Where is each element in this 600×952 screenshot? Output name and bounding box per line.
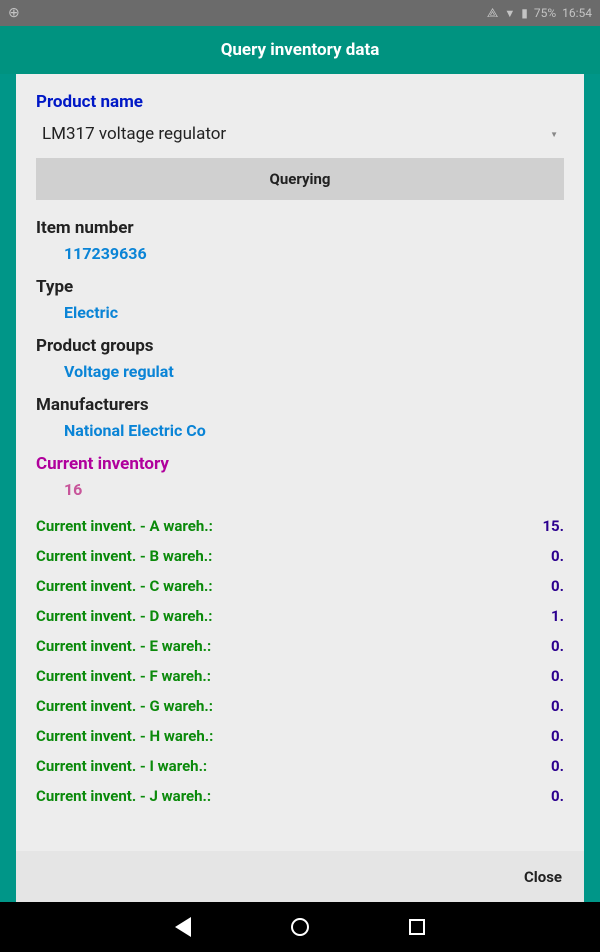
product-groups-label: Product groups (36, 336, 564, 356)
product-name-label: Product name (36, 92, 564, 112)
query-button[interactable]: Querying (36, 158, 564, 200)
clock-text: 16:54 (562, 6, 592, 20)
warehouse-label: Current invent. - G wareh.: (36, 697, 213, 715)
warehouse-value: 0. (551, 577, 564, 595)
warehouse-label: Current invent. - D wareh.: (36, 607, 213, 625)
warehouse-label: Current invent. - E wareh.: (36, 637, 211, 655)
warehouse-value: 1. (551, 607, 564, 625)
warehouse-value: 0. (551, 547, 564, 565)
manufacturers-label: Manufacturers (36, 395, 564, 415)
warehouse-row: Current invent. - D wareh.: 1. (36, 601, 564, 631)
statusbar: 75% 16:54 (0, 0, 600, 26)
warehouse-label: Current invent. - A wareh.: (36, 517, 213, 535)
warehouse-label: Current invent. - F wareh.: (36, 667, 211, 685)
product-name-dropdown[interactable]: LM317 voltage regulator (36, 118, 564, 154)
item-number-label: Item number (36, 218, 564, 238)
warehouse-value: 0. (551, 727, 564, 745)
warehouse-row: Current invent. - F wareh.: 0. (36, 661, 564, 691)
warehouse-value: 15. (542, 517, 564, 535)
warehouse-value: 0. (551, 787, 564, 805)
android-navbar (0, 902, 600, 952)
modal-body: Product name LM317 voltage regulator Que… (16, 74, 584, 851)
modal: Query inventory data Product name LM317 … (0, 26, 600, 902)
warehouse-list: Current invent. - A wareh.:15.Current in… (36, 511, 564, 811)
manufacturers-value[interactable]: National Electric Co (36, 421, 564, 440)
battery-text: 75% (534, 6, 556, 20)
modal-title: Query inventory data (0, 26, 600, 74)
cast-icon (487, 6, 499, 21)
warehouse-label: Current invent. - C wareh.: (36, 577, 213, 595)
type-label: Type (36, 277, 564, 297)
warehouse-value: 0. (551, 757, 564, 775)
warehouse-row: Current invent. - I wareh.: 0. (36, 751, 564, 781)
warehouse-row: Current invent. - J wareh.: 0. (36, 781, 564, 811)
battery-icon (521, 6, 528, 20)
warehouse-value: 0. (551, 697, 564, 715)
warehouse-label: Current invent. - H wareh.: (36, 727, 213, 745)
nav-home-button[interactable] (291, 918, 309, 936)
warehouse-value: 0. (551, 637, 564, 655)
warehouse-row: Current invent. - C wareh.: 0. (36, 571, 564, 601)
warehouse-row: Current invent. - H wareh.: 0. (36, 721, 564, 751)
plus-icon (8, 5, 20, 21)
nav-back-button[interactable] (175, 917, 191, 937)
warehouse-label: Current invent. - I wareh.: (36, 757, 207, 775)
warehouse-row: Current invent. - B wareh.: 0. (36, 541, 564, 571)
item-number-value[interactable]: 117239636 (36, 244, 564, 263)
close-button[interactable]: Close (524, 868, 562, 886)
current-inventory-label: Current inventory (36, 454, 564, 474)
warehouse-label: Current invent. - B wareh.: (36, 547, 212, 565)
type-value[interactable]: Electric (36, 303, 564, 322)
warehouse-label: Current invent. - J wareh.: (36, 787, 211, 805)
warehouse-row: Current invent. - A wareh.: 15. (36, 511, 564, 541)
warehouse-row: Current invent. - G wareh.: 0. (36, 691, 564, 721)
product-name-value: LM317 voltage regulator (42, 124, 226, 144)
warehouse-value: 0. (551, 667, 564, 685)
warehouse-row: Current invent. - E wareh.: 0. (36, 631, 564, 661)
product-groups-value[interactable]: Voltage regulat (36, 362, 564, 381)
current-inventory-value: 16 (36, 480, 564, 499)
wifi-icon (504, 6, 515, 20)
nav-recent-button[interactable] (409, 919, 425, 935)
modal-footer: Close (16, 851, 584, 902)
